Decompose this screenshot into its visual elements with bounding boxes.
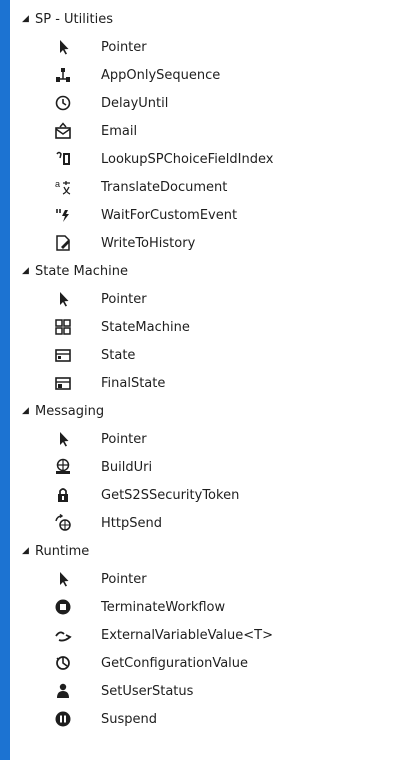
toolbox-item-getconfigurationvalue[interactable]: GetConfigurationValue <box>10 649 416 677</box>
item-label: GetS2SSecurityToken <box>101 487 240 503</box>
group-label: Runtime <box>35 543 90 559</box>
toolbox-item-httpsend[interactable]: HttpSend <box>10 509 416 537</box>
configuration-icon <box>53 653 73 673</box>
expand-triangle-icon[interactable]: ◢ <box>22 14 34 24</box>
toolbox-item-terminateworkflow[interactable]: TerminateWorkflow <box>10 593 416 621</box>
item-label: Pointer <box>101 291 147 307</box>
state-machine-icon <box>53 317 73 337</box>
item-label: FinalState <box>101 375 166 391</box>
item-label: DelayUntil <box>101 95 169 111</box>
toolbox-item-pointer[interactable]: Pointer <box>10 33 416 61</box>
expand-triangle-icon[interactable]: ◢ <box>22 266 34 276</box>
toolbox-item-pointer[interactable]: Pointer <box>10 285 416 313</box>
expand-triangle-icon[interactable]: ◢ <box>22 406 34 416</box>
toolbox-item-pointer[interactable]: Pointer <box>10 565 416 593</box>
item-label: StateMachine <box>101 319 190 335</box>
toolbox-item-setuserstatus[interactable]: SetUserStatus <box>10 677 416 705</box>
toolbox-item-externalvariablevalue[interactable]: ExternalVariableValue<T> <box>10 621 416 649</box>
item-label: AppOnlySequence <box>101 67 221 83</box>
group-header-state-machine[interactable]: ◢ State Machine <box>10 257 416 285</box>
group-header-sp-utilities[interactable]: ◢ SP - Utilities <box>10 5 416 33</box>
item-label: Pointer <box>101 39 147 55</box>
toolbox-panel: ◢ SP - Utilities Pointer AppOnlySequence Del… <box>10 0 416 760</box>
email-icon <box>53 121 73 141</box>
toolbox-item-email[interactable]: Email <box>10 117 416 145</box>
toolbox-item-delayuntil[interactable]: DelayUntil <box>10 89 416 117</box>
group-header-runtime[interactable]: ◢ Runtime <box>10 537 416 565</box>
toolbox-item-state[interactable]: State <box>10 341 416 369</box>
item-label: Email <box>101 123 138 139</box>
terminate-icon <box>53 597 73 617</box>
item-label: Pointer <box>101 571 147 587</box>
pointer-icon <box>53 37 73 57</box>
lock-icon <box>53 485 73 505</box>
item-label: TranslateDocument <box>101 179 228 195</box>
translate-icon: a <box>53 177 73 197</box>
toolbox-item-finalstate[interactable]: FinalState <box>10 369 416 397</box>
toolbox-item-statemachine[interactable]: StateMachine <box>10 313 416 341</box>
suspend-icon <box>53 709 73 729</box>
build-uri-icon <box>53 457 73 477</box>
item-label: HttpSend <box>101 515 162 531</box>
user-status-icon <box>53 681 73 701</box>
external-variable-icon <box>53 625 73 645</box>
clock-icon <box>53 93 73 113</box>
http-send-icon <box>53 513 73 533</box>
group-header-messaging[interactable]: ◢ Messaging <box>10 397 416 425</box>
event-icon <box>53 205 73 225</box>
toolbox-item-gets2ssecuritytoken[interactable]: GetS2SSecurityToken <box>10 481 416 509</box>
expand-triangle-icon[interactable]: ◢ <box>22 546 34 556</box>
item-label: Pointer <box>101 431 147 447</box>
toolbox-item-translatedocument[interactable]: a TranslateDocument <box>10 173 416 201</box>
item-label: BuildUri <box>101 459 153 475</box>
lookup-icon <box>53 149 73 169</box>
toolbox-item-suspend[interactable]: Suspend <box>10 705 416 733</box>
toolbox-item-waitforcustomevent[interactable]: WaitForCustomEvent <box>10 201 416 229</box>
item-label: TerminateWorkflow <box>101 599 226 615</box>
item-label: LookupSPChoiceFieldIndex <box>101 151 274 167</box>
group-label: State Machine <box>35 263 128 279</box>
pointer-icon <box>53 289 73 309</box>
item-label: WriteToHistory <box>101 235 196 251</box>
toolbox-item-pointer[interactable]: Pointer <box>10 425 416 453</box>
group-label: Messaging <box>35 403 105 419</box>
pointer-icon <box>53 569 73 589</box>
final-state-icon <box>53 373 73 393</box>
sequence-icon <box>53 65 73 85</box>
svg-text:a: a <box>55 179 60 189</box>
item-label: WaitForCustomEvent <box>101 207 238 223</box>
toolbox-item-lookupspchoicefieldindex[interactable]: LookupSPChoiceFieldIndex <box>10 145 416 173</box>
group-label: SP - Utilities <box>35 11 113 27</box>
item-label: Suspend <box>101 711 158 727</box>
toolbox-item-apponlysequence[interactable]: AppOnlySequence <box>10 61 416 89</box>
item-label: SetUserStatus <box>101 683 194 699</box>
pointer-icon <box>53 429 73 449</box>
item-label: ExternalVariableValue<T> <box>101 627 273 643</box>
state-icon <box>53 345 73 365</box>
item-label: GetConfigurationValue <box>101 655 249 671</box>
write-icon <box>53 233 73 253</box>
item-label: State <box>101 347 136 363</box>
toolbox-item-builduri[interactable]: BuildUri <box>10 453 416 481</box>
toolbox-item-writetohistory[interactable]: WriteToHistory <box>10 229 416 257</box>
